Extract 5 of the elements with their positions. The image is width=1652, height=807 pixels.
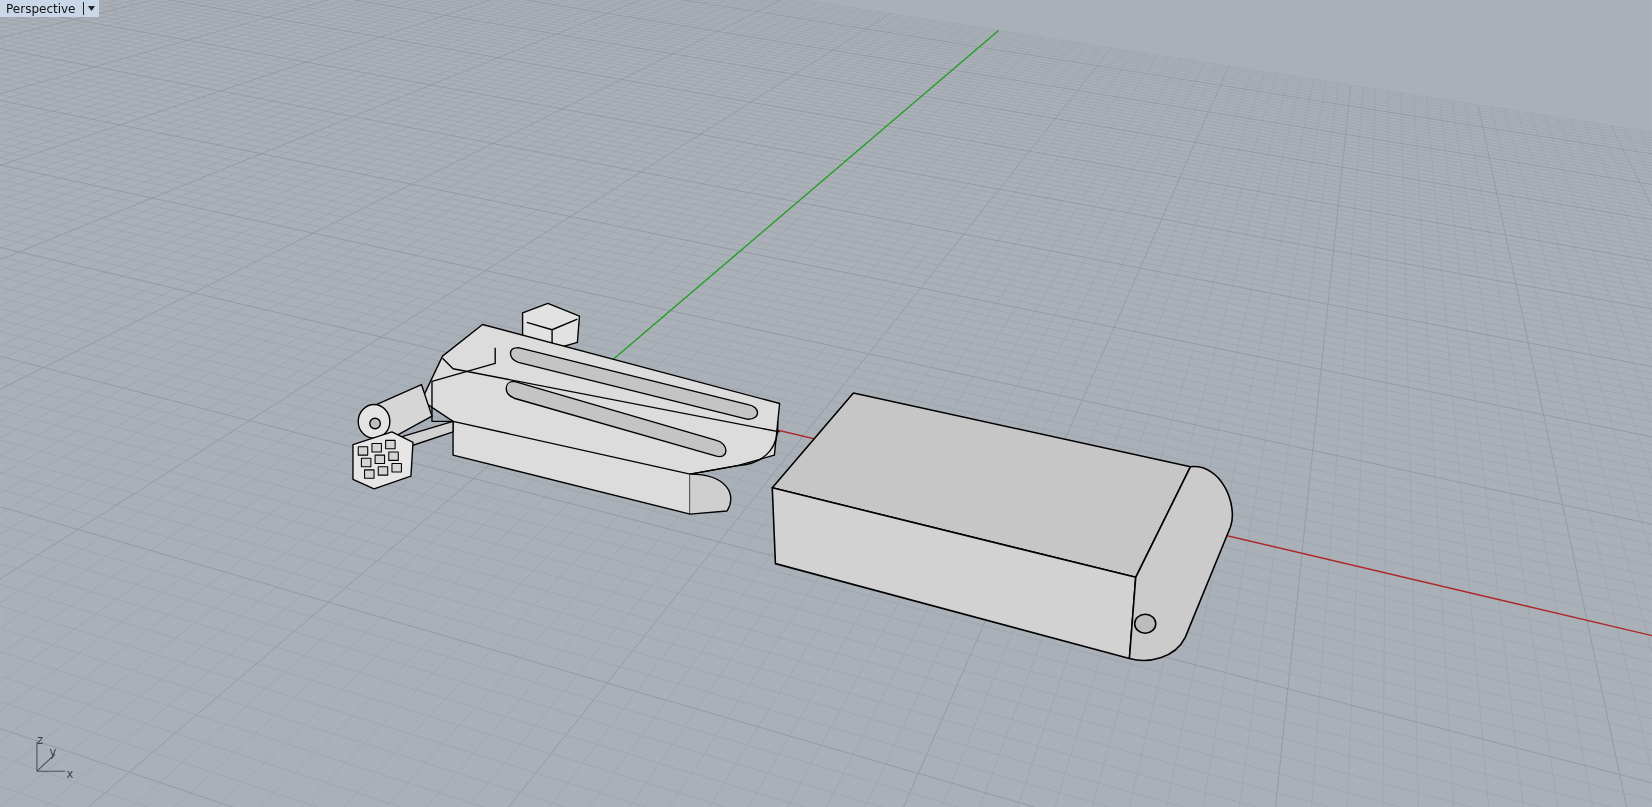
viewport-tab[interactable]: Perspective (0, 0, 99, 17)
caret-icon[interactable] (87, 6, 95, 11)
axis-label: x (66, 766, 74, 781)
axis-label: z (36, 732, 43, 747)
axis-label: y (49, 745, 57, 760)
